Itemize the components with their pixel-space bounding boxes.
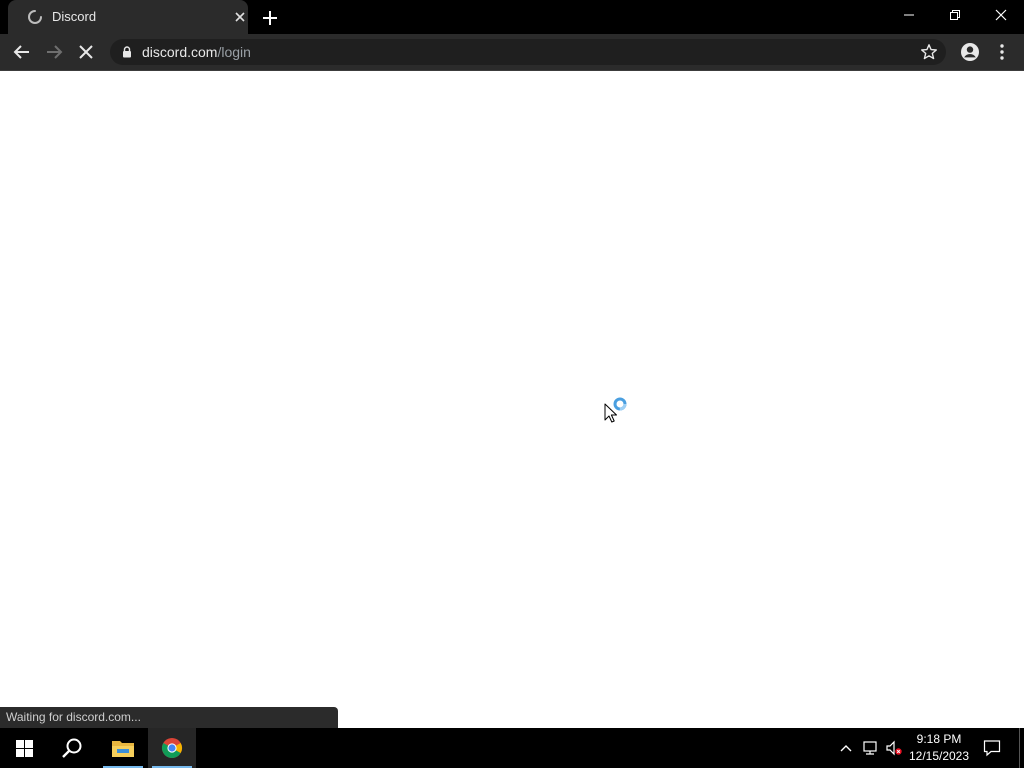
menu-button[interactable]	[990, 40, 1014, 64]
address-bar[interactable]: discord.com/login	[110, 39, 946, 65]
url-text: discord.com/login	[142, 44, 251, 60]
busy-cursor-icon	[604, 397, 627, 423]
taskbar-chrome[interactable]	[148, 728, 196, 768]
browser-toolbar: discord.com/login	[0, 34, 1024, 71]
show-desktop-button[interactable]	[1019, 728, 1020, 768]
tab-strip: Discord	[0, 0, 1024, 34]
file-explorer-icon	[112, 741, 134, 757]
url-path: /login	[217, 44, 251, 60]
windows-icon	[15, 739, 33, 757]
clock-time: 9:18 PM	[916, 732, 962, 746]
restore-icon	[950, 10, 960, 20]
tab-title: Discord	[52, 9, 97, 24]
network-icon[interactable]	[862, 740, 878, 756]
close-icon[interactable]	[232, 9, 248, 25]
url-host: discord.com	[142, 44, 218, 60]
star-icon[interactable]	[920, 43, 938, 61]
profile-icon	[961, 43, 979, 61]
status-bubble: Waiting for discord.com...	[0, 707, 338, 728]
minimize-button[interactable]	[886, 0, 932, 30]
restore-button[interactable]	[932, 0, 978, 30]
chrome-icon	[162, 738, 182, 758]
system-clock[interactable]: 9:18 PM 12/15/2023	[904, 731, 974, 765]
taskbar: 9:18 PM 12/15/2023	[0, 728, 1024, 768]
volume-muted-icon[interactable]	[886, 740, 902, 756]
back-arrow-icon	[13, 45, 29, 59]
search-button[interactable]	[48, 728, 96, 768]
chevron-up-icon[interactable]	[838, 740, 854, 756]
minimize-icon	[904, 14, 914, 16]
forward-button[interactable]	[42, 40, 66, 64]
clock-date: 12/15/2023	[908, 749, 970, 763]
stop-icon	[79, 45, 93, 59]
loading-spinner-icon	[28, 10, 42, 24]
close-window-button[interactable]	[978, 0, 1024, 30]
tab-discord[interactable]: Discord	[8, 0, 248, 34]
taskbar-file-explorer[interactable]	[99, 728, 147, 768]
stop-button[interactable]	[74, 40, 98, 64]
close-icon	[995, 9, 1007, 21]
kebab-menu-icon	[1000, 44, 1004, 60]
back-button[interactable]	[10, 40, 34, 64]
page-content	[0, 71, 1024, 728]
search-icon	[62, 738, 82, 758]
plus-icon[interactable]	[261, 9, 279, 27]
lock-icon	[123, 46, 131, 58]
notification-icon[interactable]	[983, 739, 1001, 757]
forward-arrow-icon	[47, 45, 63, 59]
profile-button[interactable]	[958, 40, 982, 64]
start-button[interactable]	[0, 728, 48, 768]
